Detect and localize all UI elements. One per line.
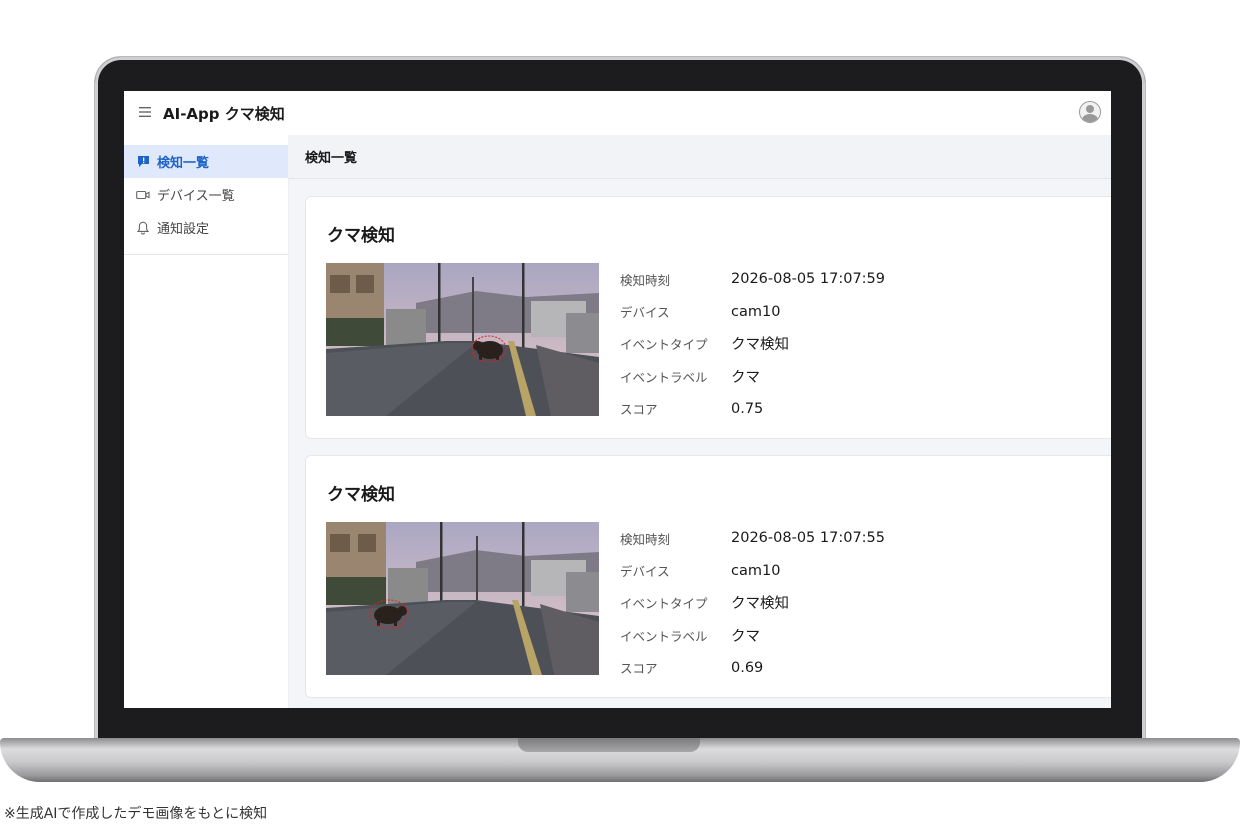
detail-label: スコア (620, 661, 658, 677)
detail-row-device: デバイス cam10 (620, 295, 885, 327)
detail-row-time: 検知時刻 2026-08-05 17:07:55 (620, 522, 885, 554)
detail-value: クマ (731, 369, 760, 386)
detail-label: デバイス (620, 305, 670, 321)
detail-value: 0.75 (731, 400, 764, 417)
laptop-notch (518, 738, 700, 752)
detection-card[interactable]: クマ検知 (305, 455, 1111, 698)
detection-details: 検知時刻 2026-08-05 17:07:55 デバイス cam10 イベント… (620, 522, 885, 684)
detail-row-event-label: イベントラベル クマ (620, 619, 885, 651)
detail-label: イベントラベル (620, 628, 708, 644)
sidebar-item-label: 検知一覧 (157, 156, 210, 171)
detail-row-device: デバイス cam10 (620, 554, 885, 586)
detail-row-score: スコア 0.69 (620, 652, 885, 684)
sidebar-nav: 検知一覧 デバイス一覧 通知設定 (124, 135, 288, 255)
sidebar-item-label: 通知設定 (157, 222, 210, 237)
sidebar-item-detections[interactable]: 検知一覧 (124, 145, 288, 178)
user-icon[interactable] (1079, 101, 1101, 123)
detail-value: cam10 (731, 562, 781, 579)
app-title: AI-App クマ検知 (163, 104, 285, 123)
sidebar-item-label: デバイス一覧 (157, 189, 235, 204)
detail-value: cam10 (731, 303, 781, 320)
detail-label: 検知時刻 (620, 272, 671, 288)
detail-label: イベントタイプ (620, 596, 708, 612)
detail-value: 0.69 (731, 659, 764, 676)
detail-label: 検知時刻 (620, 531, 671, 547)
detection-image[interactable] (326, 522, 599, 675)
detection-card[interactable]: クマ検知 (305, 196, 1111, 439)
detail-label: スコア (620, 402, 658, 418)
detail-row-event-label: イベントラベル クマ (620, 360, 885, 392)
detail-value: クマ検知 (731, 337, 789, 354)
hamburger-icon[interactable] (139, 105, 153, 121)
detail-row-event-type: イベントタイプ クマ検知 (620, 587, 885, 619)
detection-details: 検知時刻 2026-08-05 17:07:59 デバイス cam10 イベント… (620, 263, 885, 425)
detail-label: イベントラベル (620, 369, 708, 385)
camera-icon (136, 188, 150, 202)
detail-value: クマ (731, 628, 760, 645)
card-title: クマ検知 (327, 226, 395, 246)
detail-value: クマ検知 (731, 596, 789, 613)
detail-row-time: 検知時刻 2026-08-05 17:07:59 (620, 263, 885, 295)
detail-row-event-type: イベントタイプ クマ検知 (620, 328, 885, 360)
detail-label: イベントタイプ (620, 337, 708, 353)
sidebar-item-devices[interactable]: デバイス一覧 (124, 178, 288, 211)
page-title: 検知一覧 (288, 135, 1111, 179)
alert-message-icon (136, 155, 150, 169)
bell-icon (136, 221, 150, 235)
detail-label: デバイス (620, 564, 670, 580)
detail-value: 2026-08-05 17:07:55 (731, 530, 885, 547)
card-title: クマ検知 (327, 485, 395, 505)
top-bar: AI-App クマ検知 (124, 91, 1111, 136)
sidebar: 検知一覧 デバイス一覧 通知設定 (124, 135, 289, 708)
detail-value: 2026-08-05 17:07:59 (731, 271, 885, 288)
sidebar-item-notifications[interactable]: 通知設定 (124, 211, 288, 244)
footnote: ※生成AIで作成したデモ画像をもとに検知 (4, 806, 268, 822)
detection-image[interactable] (326, 263, 599, 416)
main-content: 検知一覧 クマ検知 検知時刻 2026-08-05 17:07:59 デバイス … (288, 135, 1111, 708)
app-screen: AI-App クマ検知 検知一覧 デバイス一覧 通知設定 検知一覧 クマ検知 検… (124, 91, 1111, 708)
detail-row-score: スコア 0.75 (620, 393, 885, 425)
